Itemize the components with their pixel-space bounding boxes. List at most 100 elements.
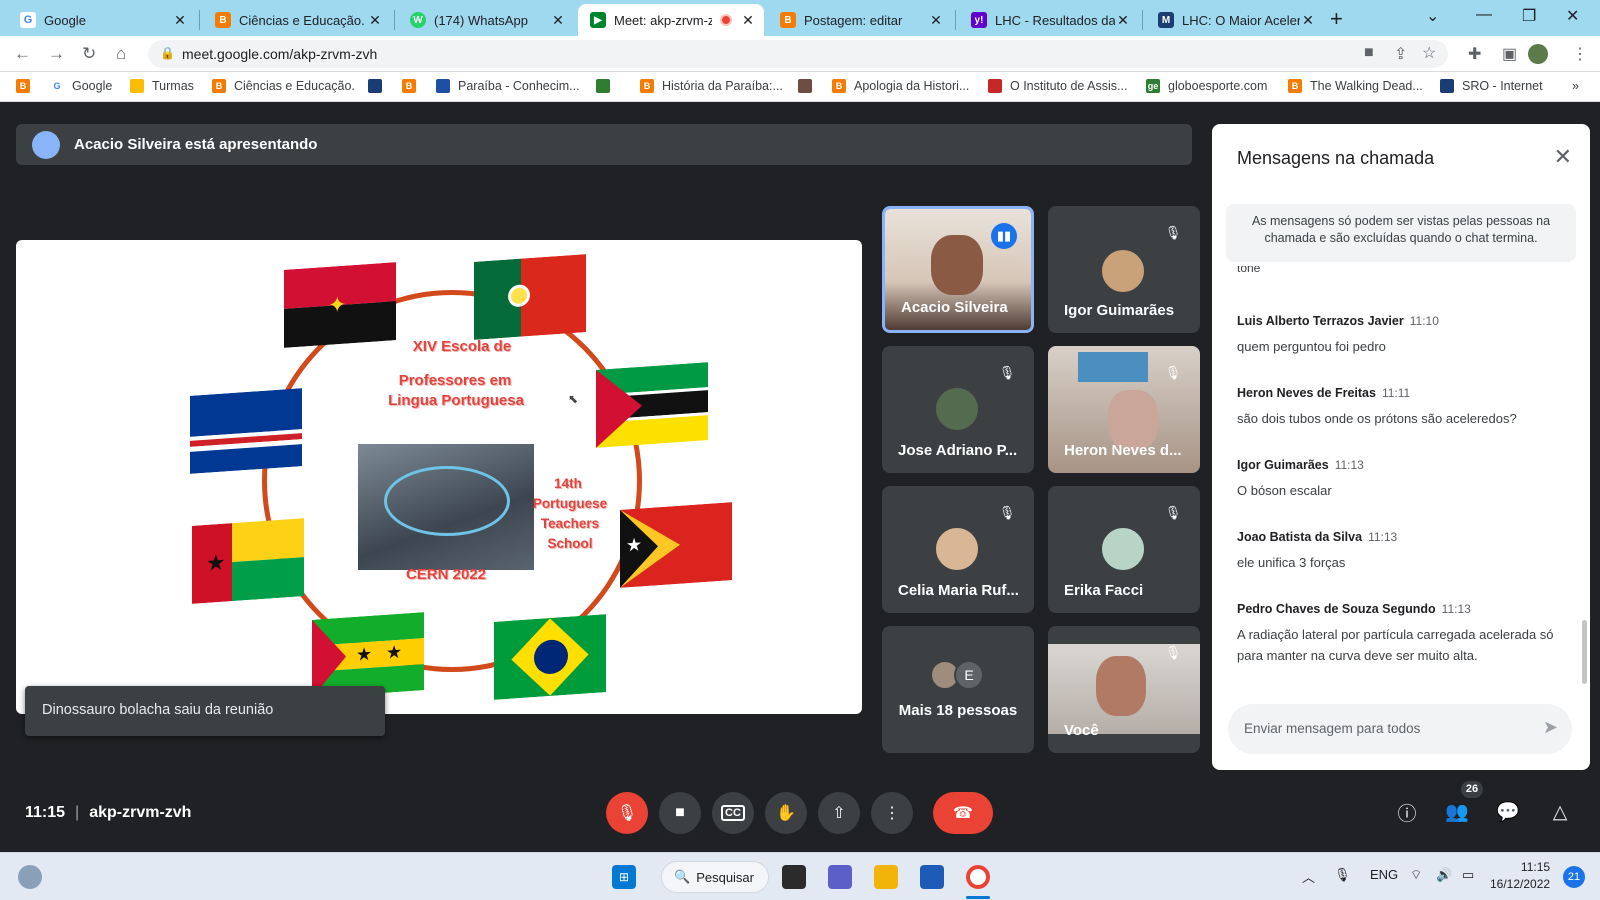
menu-kebab-icon[interactable]: ⋮ (1572, 44, 1588, 64)
chat-button[interactable]: 💬 (1492, 796, 1524, 828)
notification-badge[interactable]: 21 (1563, 866, 1585, 888)
lock-icon[interactable]: 🔒 (160, 46, 175, 60)
tab-meet[interactable]: ▶ Meet: akp-zrvm-z ✕ (578, 4, 764, 36)
close-icon[interactable]: ✕ (740, 12, 756, 29)
slide-title-line3: Lingua Portuguesa (388, 392, 524, 409)
url-text[interactable]: meet.google.com/akp-zrvm-zvh (182, 46, 377, 62)
bookmark-flag[interactable] (596, 79, 618, 93)
bookmark-star-icon[interactable]: ☆ (1422, 43, 1436, 63)
recording-icon (720, 14, 732, 26)
slide-subtitle-line1: 14th (554, 476, 582, 491)
extensions-icon[interactable]: ✚ (1468, 44, 1481, 64)
battery-icon[interactable]: ▭ (1462, 867, 1474, 883)
close-icon[interactable]: ✕ (550, 12, 566, 29)
task-view-icon[interactable] (782, 865, 806, 889)
bookmark-blogger[interactable]: B (16, 79, 38, 93)
angola-flag: ✦ (284, 262, 396, 348)
tab-whatsapp[interactable]: W (174) WhatsApp ✕ (398, 4, 574, 36)
bookmarks-more-icon[interactable]: » (1572, 79, 1579, 93)
forward-icon[interactable]: → (48, 44, 65, 64)
taskbar-search[interactable]: 🔍 Pesquisar (661, 861, 769, 893)
close-icon[interactable]: ✕ (172, 12, 188, 29)
participant-tile-self[interactable]: 🎙 Você (1048, 626, 1200, 753)
meeting-details-button[interactable]: ⓘ (1391, 796, 1423, 828)
camera-icon: ■ (675, 804, 685, 821)
close-icon[interactable]: ✕ (928, 12, 944, 29)
share-icon[interactable]: ⇪ (1394, 44, 1407, 64)
chevron-up-icon[interactable]: ︿ (1302, 867, 1315, 886)
bookmark-paraiba[interactable]: Paraíba - Conhecim... (436, 79, 580, 93)
language-indicator[interactable]: ENG (1370, 867, 1398, 882)
window-close-icon[interactable]: ✕ (1566, 6, 1579, 26)
restore-icon[interactable]: ❐ (1522, 6, 1536, 26)
taskbar-clock[interactable]: 11:15 16/12/2022 (1490, 859, 1550, 893)
tab-postagem[interactable]: B Postagem: editar ✕ (768, 4, 952, 36)
activities-button[interactable]: △ (1544, 796, 1576, 828)
omnibox[interactable]: 🔒 meet.google.com/akp-zrvm-zvh ■ ⇪ ☆ (148, 40, 1448, 68)
camera-button[interactable]: ■ (659, 792, 701, 834)
more-options-button[interactable]: ⋮ (871, 792, 913, 834)
new-tab-button[interactable]: + (1330, 6, 1343, 32)
bookmark-apologia[interactable]: B Apologia da Histori... (832, 79, 969, 93)
shared-screen[interactable]: ✦ ★ ★ ★ ★ XIV Escola de Professores em L… (16, 240, 862, 714)
minimize-icon[interactable]: — (1476, 6, 1492, 24)
back-icon[interactable]: ← (14, 44, 31, 64)
close-icon[interactable]: ✕ (1554, 144, 1572, 170)
close-icon[interactable]: ✕ (1300, 12, 1316, 29)
present-button[interactable]: ⇧ (818, 792, 860, 834)
tab-lhc-accelerator[interactable]: M LHC: O Maior Acelera ✕ (1146, 4, 1324, 36)
participant-tile-celia[interactable]: 🎙 Celia Maria Ruf... (882, 486, 1034, 613)
captions-button[interactable]: CC (712, 792, 754, 834)
brazil-flag (494, 614, 606, 700)
weather-icon[interactable] (18, 865, 42, 889)
teams-icon[interactable] (828, 865, 852, 889)
people-button[interactable]: 👥 (1441, 796, 1473, 828)
chat-scrollbar[interactable] (1582, 620, 1587, 684)
bookmark-turmas[interactable]: Turmas (130, 79, 194, 93)
bookmark-instituto[interactable]: O Instituto de Assis... (988, 79, 1127, 93)
bookmark-blogger-2[interactable]: B (402, 79, 424, 93)
end-call-button[interactable]: ☎ (933, 792, 993, 834)
profile-avatar[interactable] (1528, 44, 1548, 64)
mic-off-button[interactable]: 🎙 (606, 792, 648, 834)
participant-tile-erika[interactable]: 🎙 Erika Facci (1048, 486, 1200, 613)
participant-tile-more[interactable]: E Mais 18 pessoas (882, 626, 1034, 753)
bookmark-historia[interactable]: B História da Paraíba:... (640, 79, 783, 93)
home-icon[interactable]: ⌂ (116, 44, 126, 64)
chat-icon: 💬 (1496, 802, 1520, 823)
meet-icon: ▶ (590, 12, 606, 28)
close-icon[interactable]: ✕ (367, 12, 383, 29)
camera-icon[interactable]: ■ (1364, 44, 1374, 62)
close-icon[interactable]: ✕ (1115, 12, 1131, 29)
bookmark-walking-dead[interactable]: B The Walking Dead... (1288, 79, 1423, 93)
app-icon[interactable] (920, 865, 944, 889)
file-explorer-icon[interactable] (874, 865, 898, 889)
raise-hand-button[interactable]: ✋ (765, 792, 807, 834)
send-icon[interactable]: ➤ (1543, 717, 1558, 738)
tab-lhc-results[interactable]: y! LHC - Resultados da b ✕ (959, 4, 1139, 36)
participant-tile-heron[interactable]: 🎙 Heron Neves d... (1048, 346, 1200, 473)
bookmark-ciencias[interactable]: B Ciências e Educação. (212, 79, 355, 93)
bookmark-globoesporte[interactable]: ge globoesporte.com (1146, 79, 1267, 93)
participant-tile-acacio[interactable]: ▮▮ Acacio Silveira (882, 206, 1034, 333)
bookmark-site-2[interactable] (798, 79, 820, 93)
chat-input[interactable]: Enviar mensagem para todos ➤ (1228, 704, 1572, 754)
participant-tile-igor[interactable]: 🎙 Igor Guimarães (1048, 206, 1200, 333)
tab-google[interactable]: G Google ✕ (8, 4, 196, 36)
cern-ring-image (358, 444, 534, 570)
sidepanel-icon[interactable]: ▣ (1502, 44, 1517, 64)
bookmark-site[interactable] (368, 79, 390, 93)
active-app-indicator (966, 896, 990, 899)
wifi-icon[interactable]: ⌔ (1410, 867, 1422, 883)
chrome-icon[interactable] (966, 865, 990, 889)
tab-search-icon[interactable]: ⌄ (1426, 6, 1439, 26)
slide-subtitle-line3: Teachers (540, 516, 600, 531)
volume-icon[interactable]: 🔊 (1436, 867, 1452, 883)
tab-ciencias[interactable]: B Ciências e Educação. ✕ (203, 4, 391, 36)
bookmark-sro[interactable]: SRO - Internet (1440, 79, 1543, 93)
reload-icon[interactable]: ↻ (82, 44, 96, 64)
participant-tile-jose[interactable]: 🎙 Jose Adriano P... (882, 346, 1034, 473)
microphone-icon[interactable]: 🎙 (1334, 867, 1351, 883)
windows-start-icon[interactable]: ⊞ (612, 865, 636, 889)
bookmark-google[interactable]: G Google (50, 79, 112, 93)
